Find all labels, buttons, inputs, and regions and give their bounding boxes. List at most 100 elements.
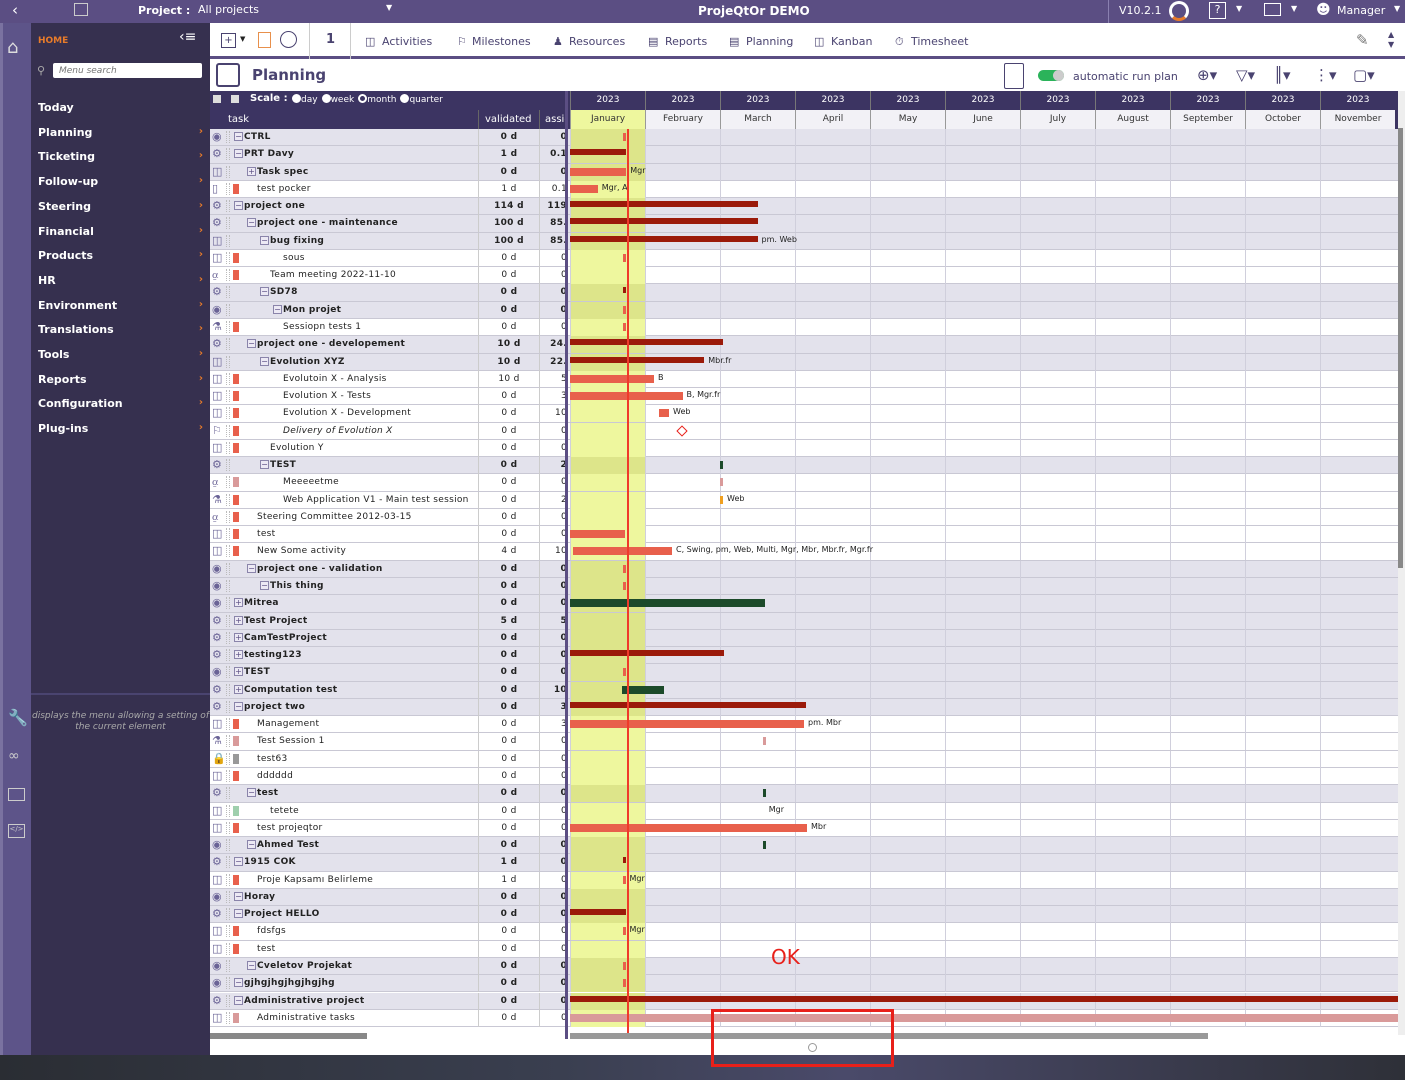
- tab-kanban[interactable]: Kanban: [831, 35, 872, 48]
- table-row[interactable]: ◉ + TEST 0 d0: [210, 664, 1398, 682]
- table-row[interactable]: ⚙ − PRT Davy 1 d 0.1: [210, 146, 1398, 164]
- task-name[interactable]: test pocker: [257, 184, 311, 194]
- display-icon[interactable]: ▢▾: [1353, 66, 1375, 84]
- gantt-bar[interactable]: [570, 167, 627, 176]
- table-row[interactable]: ◫ sous 0 d0: [210, 249, 1398, 268]
- expand-icon[interactable]: +: [234, 615, 243, 625]
- table-row[interactable]: ⚙ − test 0 d0: [210, 785, 1398, 803]
- task-name[interactable]: Evolution X - Development: [283, 408, 411, 418]
- task-name[interactable]: PRT Davy: [244, 149, 294, 159]
- drag-handle[interactable]: [226, 320, 230, 333]
- gantt-bar[interactable]: [570, 1013, 1403, 1022]
- task-name[interactable]: bug fixing: [270, 236, 324, 246]
- collapse-icon[interactable]: −: [260, 581, 269, 591]
- gantt-bar[interactable]: [570, 720, 804, 729]
- options-icon[interactable]: ⋮▾: [1314, 66, 1337, 84]
- gantt-bar[interactable]: [570, 995, 1403, 1002]
- table-row[interactable]: ⚙ − TEST 0 d2: [210, 457, 1398, 475]
- task-name[interactable]: test63: [257, 754, 288, 764]
- collapse-icon[interactable]: −: [247, 563, 256, 573]
- drag-handle[interactable]: [226, 217, 230, 230]
- table-row[interactable]: ⍶ Steering Committee 2012-03-15 0 d0: [210, 508, 1398, 527]
- task-name[interactable]: project one - maintenance: [257, 218, 398, 228]
- table-row[interactable]: ⚙ −1915 COK 1 d0: [210, 854, 1398, 872]
- tab-reports[interactable]: Reports: [665, 35, 707, 48]
- task-name[interactable]: project one - validation: [257, 564, 383, 574]
- drag-handle[interactable]: [226, 562, 230, 575]
- task-name[interactable]: tetete: [270, 806, 299, 816]
- table-row[interactable]: ⚙ + testing123 0 d0: [210, 647, 1398, 665]
- pencil-icon[interactable]: ✎: [1356, 31, 1369, 49]
- collapse-menu-icon[interactable]: ‹≡: [179, 29, 196, 45]
- gantt-bar[interactable]: [622, 305, 626, 314]
- drag-handle[interactable]: [226, 683, 230, 696]
- drag-handle[interactable]: [226, 441, 230, 454]
- drag-handle[interactable]: [226, 700, 230, 713]
- drag-handle[interactable]: [226, 251, 230, 264]
- table-row[interactable]: ⚙ − SD78 0 d0: [210, 284, 1398, 302]
- task-name[interactable]: test projeqtor: [257, 823, 323, 833]
- gantt-bar[interactable]: [762, 737, 766, 746]
- table-row[interactable]: ⚙ − project one - maintenance 100 d 85.: [210, 215, 1398, 233]
- column-assigned[interactable]: assig: [545, 114, 567, 125]
- gantt-bar[interactable]: [570, 650, 724, 657]
- drag-handle[interactable]: [226, 338, 230, 351]
- drag-handle[interactable]: [226, 390, 230, 403]
- gantt-bar[interactable]: [622, 927, 626, 936]
- gantt-bar[interactable]: [570, 374, 654, 383]
- tab-activities[interactable]: Activities: [382, 35, 432, 48]
- table-row[interactable]: ◫ Evolution Y 0 d0: [210, 439, 1398, 458]
- drag-handle[interactable]: [226, 666, 230, 679]
- expand-all-icon[interactable]: [231, 95, 239, 103]
- table-row[interactable]: ⍶ Meeeeetme 0 d0: [210, 474, 1398, 492]
- table-row[interactable]: ◫ Evolution X - Development 0 d 10 Web: [210, 405, 1398, 423]
- drag-handle[interactable]: [226, 372, 230, 385]
- table-row[interactable]: ◫ tetete 0 d 0 Mgr: [210, 802, 1398, 820]
- gantt-bar[interactable]: [570, 339, 723, 346]
- collapse-icon[interactable]: −: [234, 201, 243, 211]
- user-menu[interactable]: Manager: [1337, 4, 1385, 17]
- expand-icon[interactable]: +: [234, 598, 243, 608]
- drag-handle[interactable]: [226, 424, 230, 437]
- table-row[interactable]: ◉ + Mitrea 0 d0: [210, 595, 1398, 613]
- expand-icon[interactable]: +: [234, 684, 243, 694]
- drag-handle[interactable]: [226, 821, 230, 834]
- table-row[interactable]: ◫ Management 0 d 3 pm. Mbr: [210, 716, 1398, 734]
- sidebar-item-environment[interactable]: Environment ›: [38, 299, 203, 312]
- task-name[interactable]: CTRL: [244, 132, 271, 142]
- sidebar-item-ticketing[interactable]: Ticketing ›: [38, 150, 203, 163]
- task-name[interactable]: Evolution Y: [270, 443, 324, 453]
- chevron-down-icon[interactable]: ▼: [1291, 4, 1297, 13]
- task-name[interactable]: Task spec: [257, 167, 308, 177]
- task-name[interactable]: Cveletov Projekat: [257, 961, 352, 971]
- table-row[interactable]: ◫ + Task spec 0 d 0 Mgr: [210, 163, 1398, 181]
- sidebar-item-configuration[interactable]: Configuration ›: [38, 397, 203, 410]
- task-name[interactable]: New Some activity: [257, 546, 346, 556]
- drag-handle[interactable]: [226, 148, 230, 161]
- table-row[interactable]: ◫ − bug fixing 100 d 85. pm. Web: [210, 232, 1398, 250]
- drag-handle[interactable]: [226, 959, 230, 972]
- table-row[interactable]: ⍶ Team meeting 2022-11-10 0 d0: [210, 267, 1398, 285]
- task-name[interactable]: Evolutoin X - Analysis: [283, 374, 387, 384]
- folder-icon[interactable]: [8, 788, 25, 801]
- gantt-bar[interactable]: [570, 701, 807, 708]
- collapse-icon[interactable]: −: [247, 218, 256, 228]
- gantt-bar[interactable]: [762, 841, 766, 850]
- gantt-bar[interactable]: [622, 668, 626, 677]
- gantt-bar[interactable]: [762, 789, 766, 798]
- home-icon[interactable]: ⌂: [7, 37, 18, 58]
- task-name[interactable]: Team meeting 2022-11-10: [270, 270, 396, 280]
- gantt-bar[interactable]: [570, 599, 765, 608]
- task-name[interactable]: sous: [283, 253, 305, 263]
- collapse-icon[interactable]: −: [234, 857, 243, 867]
- sidebar-item-financial[interactable]: Financial ›: [38, 225, 203, 238]
- chevron-down-icon[interactable]: ▼: [1236, 4, 1242, 13]
- add-planning-icon[interactable]: ⊕▾: [1197, 66, 1217, 84]
- drag-handle[interactable]: [226, 769, 230, 782]
- table-row[interactable]: 🔒 test63 0 d0: [210, 750, 1398, 768]
- task-name[interactable]: Sessiopn tests 1: [283, 322, 361, 332]
- table-scrollbar[interactable]: [210, 1033, 367, 1039]
- task-name[interactable]: test: [257, 944, 275, 954]
- sidebar-item-follow-up[interactable]: Follow-up ›: [38, 175, 203, 188]
- drag-handle[interactable]: [226, 873, 230, 886]
